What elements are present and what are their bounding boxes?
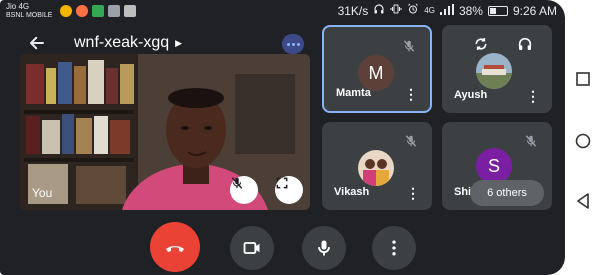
others-chip[interactable]: 6 others [470,180,544,206]
mic-off-icon [398,35,420,57]
network-speed: 31K/s [337,3,369,18]
mic-off-icon [400,130,422,152]
avatar: S [476,148,512,184]
mic-off-icon[interactable] [230,176,258,204]
more-vert-icon[interactable]: ⋮ [526,89,540,103]
audio-level-icon [282,34,304,54]
clock: 9:26 AM [512,3,557,18]
recents-square-icon[interactable] [565,64,601,94]
carrier-secondary: BSNL MOBILE [6,12,53,19]
mic-icon [318,240,330,256]
battery-icon [487,5,508,16]
avatar [358,150,394,186]
network-type: 4G [424,6,435,15]
avatar [476,53,512,89]
vibrate-icon [390,3,402,18]
more-vert-icon [392,240,396,256]
notification-icons [60,5,136,17]
self-video-frame [20,54,310,210]
participant-name: Vikash [334,186,370,198]
more-options-button[interactable] [372,226,416,270]
notification-app-icon [124,5,136,17]
system-navigation-bar [565,0,601,275]
more-vert-icon[interactable]: ⋮ [404,87,418,101]
battery-percent: 38% [458,3,483,18]
notification-app-icon [76,5,88,17]
fullscreen-icon[interactable] [275,176,303,204]
carrier-info: Jio 4G BSNL MOBILE [6,2,52,20]
participant-name: Ayush [454,89,488,101]
videocam-icon [243,242,260,254]
notification-app-icon [92,5,104,17]
mic-off-icon [520,130,542,152]
headset-icon [373,3,385,18]
alarm-icon [407,3,419,18]
end-call-button[interactable] [150,222,200,272]
self-video-tile[interactable]: You [20,54,310,210]
participant-name: Mamta [336,87,371,99]
signal-icon [439,3,454,18]
battery-fill [489,7,496,14]
mic-toggle-button[interactable] [302,226,346,270]
status-right: 31K/s 4G 38% 9:26 AM [338,3,557,18]
back-triangle-icon[interactable] [565,186,601,216]
phone-screen: Jio 4G BSNL MOBILE 31K/s 4G 38% 9:26 AM … [0,0,565,275]
participant-tile-ayush[interactable]: Ayush ⋮ [442,25,552,113]
switch-camera-icon[interactable] [470,33,492,55]
meeting-code: wnf-xeak-xgq [74,34,170,51]
more-vert-icon[interactable]: ⋮ [406,186,420,200]
call-end-icon [166,246,184,252]
avatar: M [358,55,394,91]
home-circle-icon[interactable] [565,126,601,156]
headphones-icon[interactable] [514,33,536,55]
carrier-primary: Jio 4G [6,2,30,11]
arrow-back-icon[interactable] [28,34,46,56]
meeting-title[interactable]: wnf-xeak-xgq ▶ [74,34,182,52]
participant-tile-vikash[interactable]: Vikash ⋮ [322,122,432,210]
triangle-right-icon: ▶ [175,37,183,48]
camera-toggle-button[interactable] [230,226,274,270]
participant-tile-mamta[interactable]: M Mamta ⋮ [322,25,432,113]
self-name-label: You [32,186,53,200]
notification-app-icon [60,5,72,17]
notification-app-icon [108,5,120,17]
